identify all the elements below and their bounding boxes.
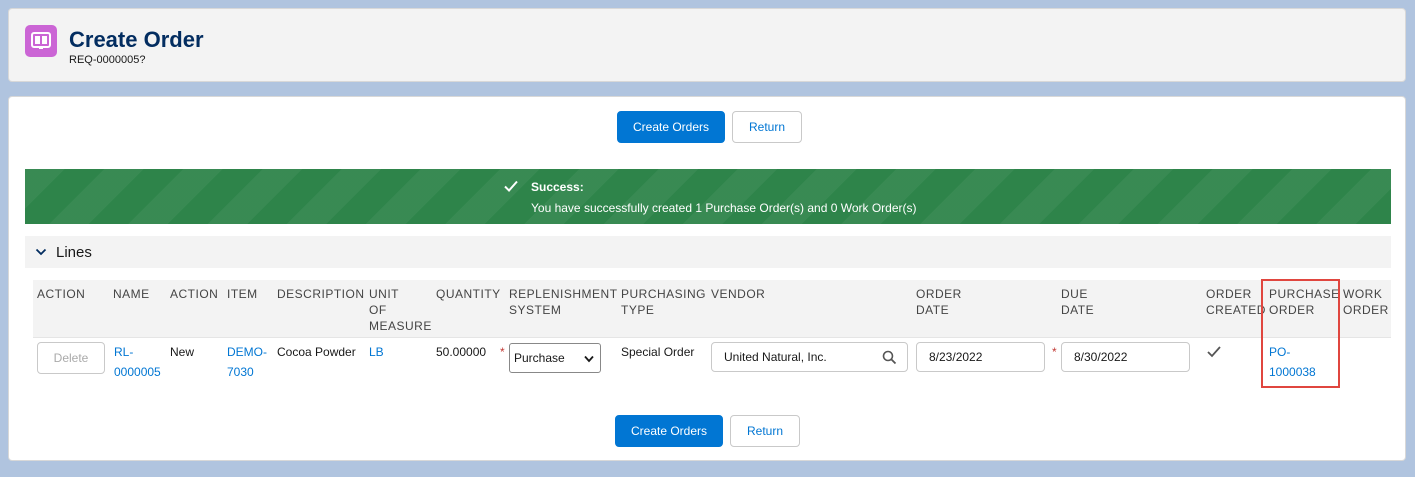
main-card: Create Orders Return Success: You have s… <box>8 96 1406 461</box>
col-order-created-line1: ORDER <box>1206 287 1252 301</box>
required-mark: * <box>1052 345 1057 359</box>
search-icon[interactable] <box>882 350 897 365</box>
col-work-order-line2: ORDER <box>1343 303 1389 317</box>
required-mark: * <box>500 345 505 359</box>
replenishment-system-select[interactable]: Purchase <box>509 343 601 373</box>
check-icon <box>504 180 518 192</box>
create-orders-button-top[interactable]: Create Orders <box>617 111 725 143</box>
col-purchasing-line2: TYPE <box>621 303 655 317</box>
col-work-order-line1: WORK <box>1343 287 1383 301</box>
page-header: Create Order REQ-0000005? <box>8 8 1406 82</box>
col-replenishment-line2: SYSTEM <box>509 303 562 317</box>
item-part1: DEMO- <box>227 345 267 359</box>
line-action: New <box>170 345 195 359</box>
highlight-box <box>1261 279 1340 388</box>
col-quantity: QUANTITY <box>436 287 501 301</box>
replenishment-system-value: Purchase <box>514 351 565 365</box>
col-order-created: ORDER CREATED <box>1206 286 1266 318</box>
col-work-order: WORK ORDER <box>1343 286 1389 318</box>
col-item: ITEM <box>227 287 258 301</box>
col-order-date-line1: ORDER <box>916 287 962 301</box>
col-purchasing-line1: PURCHASING <box>621 287 707 301</box>
vendor-value: United Natural, Inc. <box>724 350 827 364</box>
lines-section-title: Lines <box>56 244 92 261</box>
line-name-part1: RL- <box>114 345 134 359</box>
col-due-date: DUE DATE <box>1061 286 1094 318</box>
order-date-input[interactable]: 8/23/2022 <box>916 342 1045 372</box>
vendor-lookup-input[interactable]: United Natural, Inc. <box>711 342 908 372</box>
create-orders-button-bottom[interactable]: Create Orders <box>615 415 723 447</box>
return-button-top[interactable]: Return <box>732 111 802 143</box>
table-header: ACTION NAME ACTION ITEM DESCRIPTION UNIT… <box>33 280 1391 338</box>
col-vendor: VENDOR <box>711 287 766 301</box>
col-due-date-line1: DUE <box>1061 287 1088 301</box>
page-title: Create Order <box>69 27 204 52</box>
item-part2: 7030 <box>227 365 254 379</box>
page-subtitle: REQ-0000005? <box>69 54 146 66</box>
due-date-input[interactable]: 8/30/2022 <box>1061 342 1190 372</box>
col-uom-line3: MEASURE <box>369 319 432 333</box>
col-due-date-line2: DATE <box>1061 303 1095 317</box>
col-description: DESCRIPTION <box>277 287 365 301</box>
col-order-date: ORDER DATE <box>916 286 962 318</box>
col-uom-line1: UNIT <box>369 287 399 301</box>
chevron-down-icon[interactable] <box>35 246 47 258</box>
line-name-part2: 0000005 <box>114 365 161 379</box>
item-link[interactable]: DEMO- 7030 <box>227 342 267 382</box>
lines-section-header[interactable]: Lines <box>25 236 1391 268</box>
uom-link[interactable]: LB <box>369 342 384 362</box>
col-uom-line2: OF <box>369 303 387 317</box>
line-description: Cocoa Powder <box>277 345 356 359</box>
return-button-bottom[interactable]: Return <box>730 415 800 447</box>
toast-title: Success: <box>531 180 584 194</box>
col-replenishment-line1: REPLENISHMENT <box>509 287 618 301</box>
line-name-link[interactable]: RL- 0000005 <box>114 342 161 382</box>
col-name: NAME <box>113 287 150 301</box>
order-date-value: 8/23/2022 <box>929 350 983 364</box>
col-replenishment-system: REPLENISHMENT SYSTEM <box>509 286 618 318</box>
col-purchasing-type: PURCHASING TYPE <box>621 286 706 318</box>
book-icon <box>25 25 57 57</box>
toast-message: You have successfully created 1 Purchase… <box>531 201 917 215</box>
col-uom: UNIT OF MEASURE <box>369 286 432 334</box>
chevron-down-icon <box>584 355 594 363</box>
line-quantity: 50.00000 <box>436 345 487 359</box>
check-icon <box>1207 346 1221 358</box>
col-action-2: ACTION <box>170 287 219 301</box>
success-toast: Success: You have successfully created 1… <box>25 169 1391 224</box>
delete-button[interactable]: Delete <box>37 342 105 374</box>
col-order-created-line2: CREATED <box>1206 303 1266 317</box>
due-date-value: 8/30/2022 <box>1074 350 1128 364</box>
col-order-date-line2: DATE <box>916 303 950 317</box>
purchasing-type: Special Order <box>621 345 695 359</box>
col-action: ACTION <box>37 287 86 301</box>
